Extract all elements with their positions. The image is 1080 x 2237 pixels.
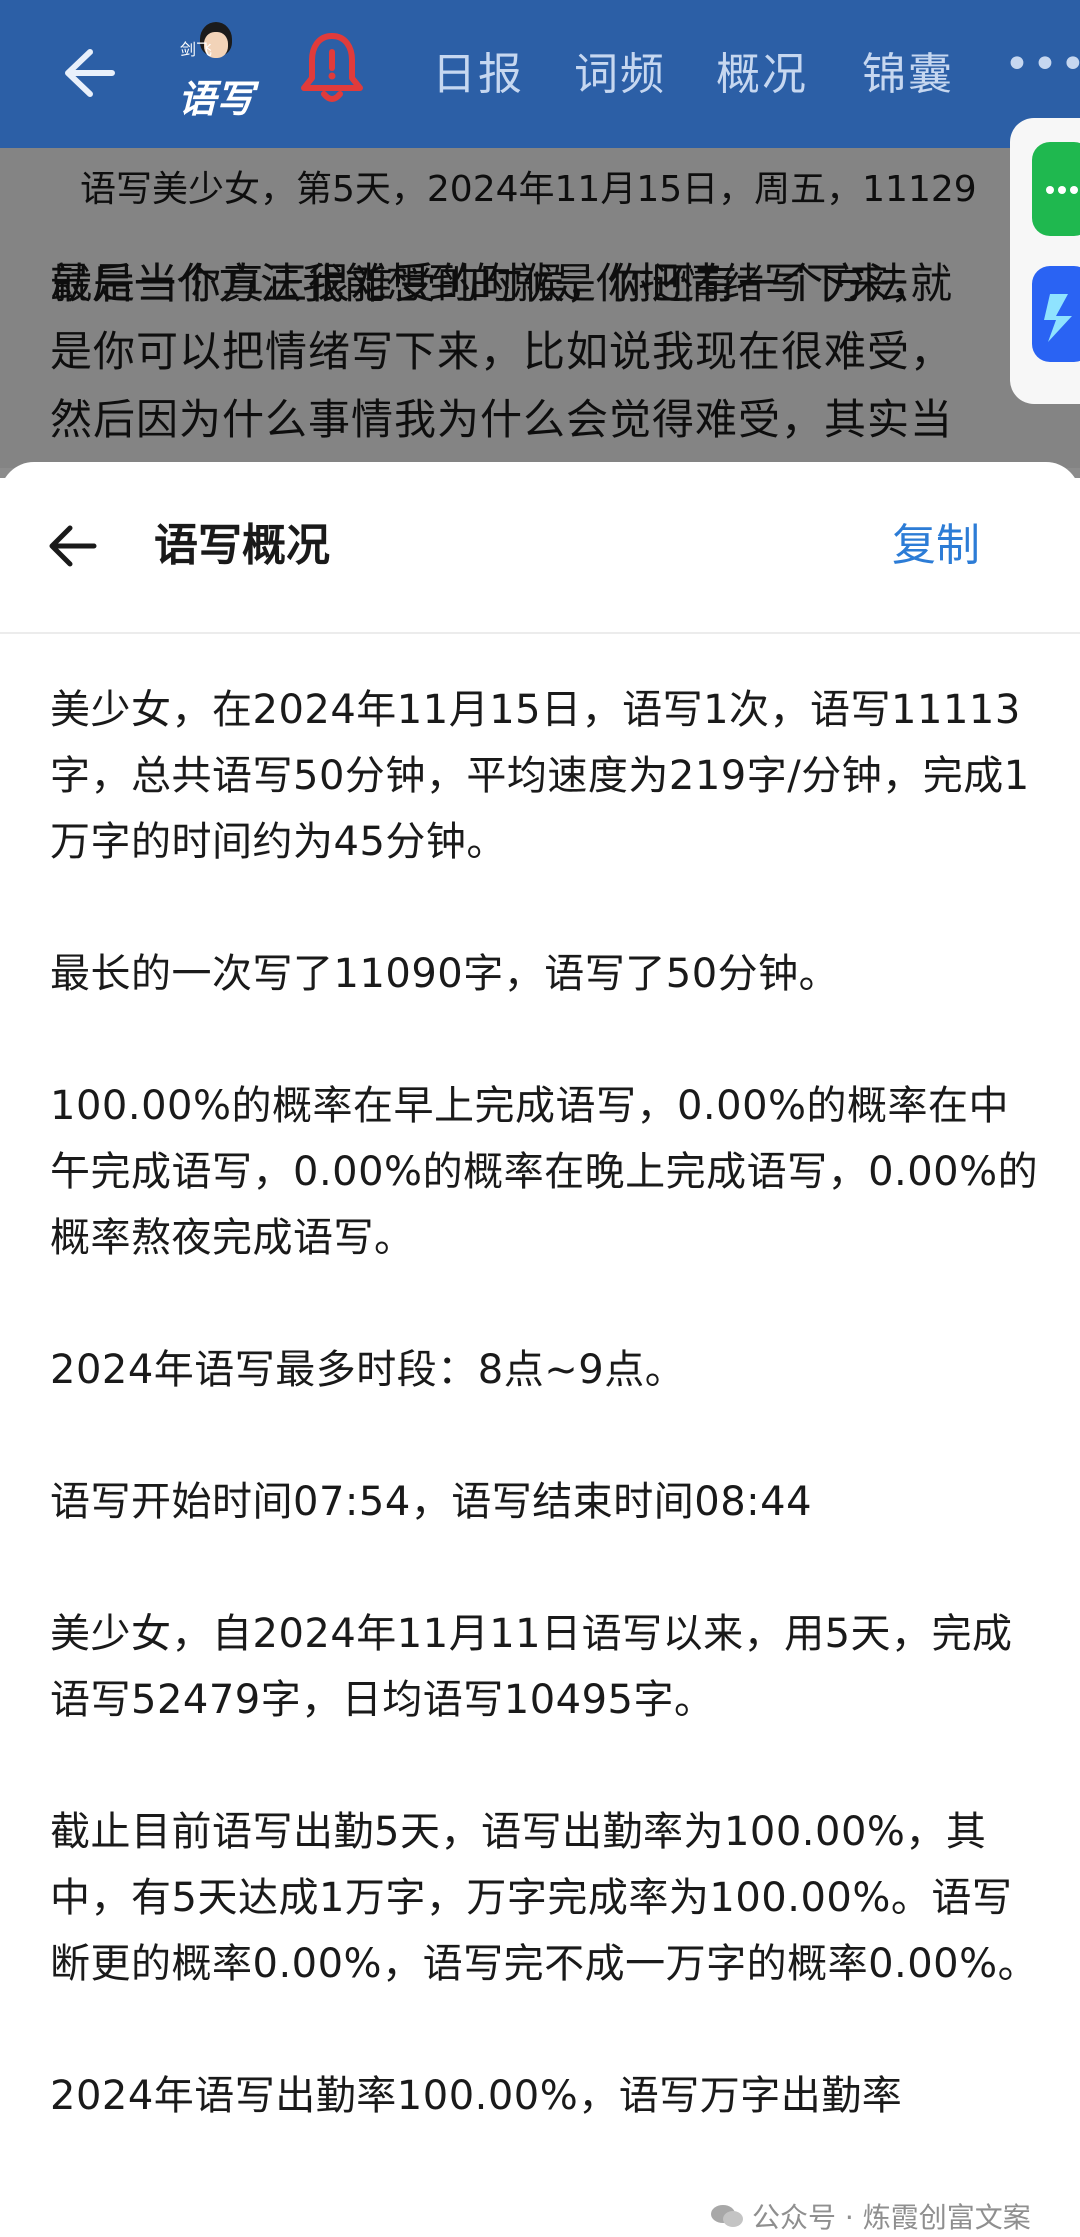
- sheet-title: 语写概况: [154, 520, 330, 571]
- overview-paragraph: 100.00%的概率在早上完成语写，0.00%的概率在中午完成语写，0.00%的…: [50, 1083, 1039, 1261]
- overview-paragraph: 美少女，在2024年11月15日，语写1次，语写11113字，总共语写50分钟，…: [50, 687, 1030, 865]
- logo-subtitle: 剑飞: [180, 40, 213, 59]
- overview-paragraph: 最长的一次写了11090字，语写了50分钟。: [50, 951, 840, 997]
- app-logo[interactable]: 剑飞 语写: [176, 18, 256, 128]
- lightning-icon: [1044, 294, 1072, 342]
- dim-overlay[interactable]: [0, 148, 1080, 478]
- nav-tab-daily[interactable]: 日报: [432, 38, 524, 100]
- sheet-back-arrow-icon[interactable]: [42, 516, 102, 576]
- overview-paragraph: 2024年语写出勤率100.00%，语写万字出勤率: [50, 2073, 903, 2119]
- app-bar: 剑飞 语写 日报 词频 概况 锦囊 •••: [0, 0, 1080, 148]
- watermark-text: 公众号 · 炼霞创富文案: [752, 2201, 1031, 2234]
- wechat-icon: [711, 2205, 743, 2227]
- alert-bell-icon[interactable]: [300, 30, 364, 106]
- copy-button[interactable]: 复制: [892, 516, 980, 576]
- chat-float-button[interactable]: [1032, 142, 1080, 236]
- nav-tab-word-frequency[interactable]: 词频: [574, 38, 666, 100]
- overview-paragraph: 美少女，自2024年11月11日语写以来，用5天，完成语写52479字，日均语写…: [50, 1611, 1013, 1723]
- watermark: 公众号 · 炼霞创富文案: [710, 2196, 1031, 2236]
- logo-title: 语写: [177, 76, 254, 121]
- overview-paragraph: 2024年语写最多时段：8点~9点。: [50, 1347, 686, 1393]
- more-menu-icon[interactable]: •••: [1004, 43, 1080, 87]
- sheet-header: 语写概况 复制: [0, 462, 1080, 634]
- overview-paragraph: 截止目前语写出勤5天，语写出勤率为100.00%，其中，有5天达成1万字，万字完…: [50, 1809, 1039, 1987]
- back-arrow-icon[interactable]: [50, 38, 120, 108]
- overview-text: 美少女，在2024年11月15日，语写1次，语写11113字，总共语写50分钟，…: [50, 677, 1040, 2195]
- overview-sheet: 语写概况 复制 美少女，在2024年11月15日，语写1次，语写11113字，总…: [0, 462, 1080, 2237]
- nav-tab-overview[interactable]: 概况: [716, 38, 808, 100]
- overview-paragraph: 语写开始时间07:54，语写结束时间08:44: [50, 1479, 813, 1525]
- floating-tools-panel: [1010, 118, 1080, 404]
- assistant-float-button[interactable]: [1032, 266, 1080, 362]
- nav-tab-tips[interactable]: 锦囊: [862, 38, 954, 100]
